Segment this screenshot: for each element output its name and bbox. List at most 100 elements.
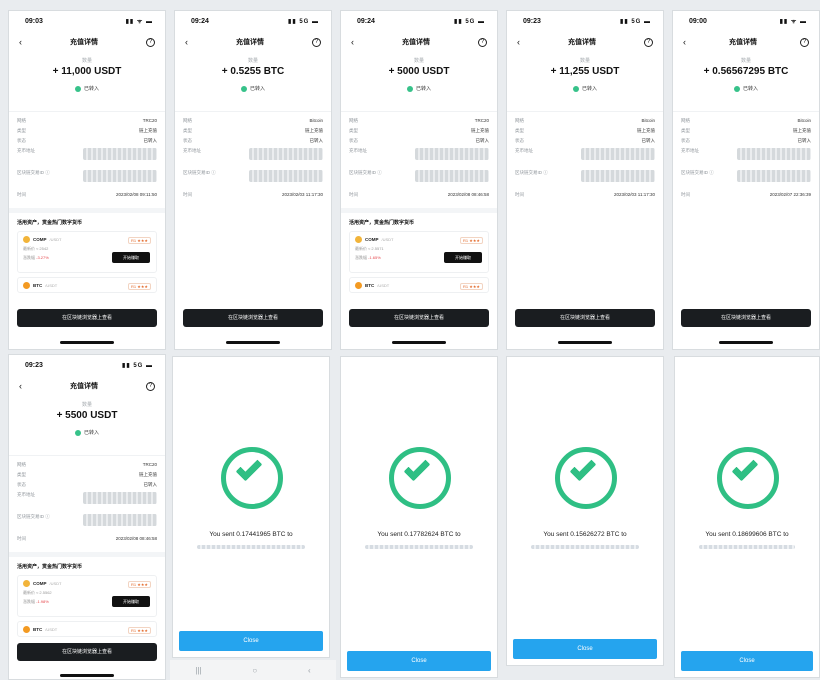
row-value: 2023/02/08 09:11:50: [116, 192, 157, 197]
blurred-address[interactable]: [737, 148, 811, 160]
row-label: 网络: [681, 118, 690, 123]
android-navigation-bar: ||| ○ ‹: [170, 660, 336, 680]
row-label: 网络: [183, 118, 192, 123]
detail-row-type: 类型 链上充值: [183, 128, 323, 138]
detail-row-txid: 区块链交易ID ⓘ: [349, 170, 489, 192]
blurred-address[interactable]: [415, 148, 489, 160]
deposit-amount: + 11,000 USDT: [52, 66, 122, 77]
back-icon[interactable]: ‹: [351, 37, 354, 47]
row-value: 链上充值: [471, 128, 489, 133]
amount-label: 数量: [247, 58, 258, 64]
detail-row-type: 类型 链上充值: [515, 128, 655, 138]
detail-row-address: 充币地址: [349, 148, 489, 170]
close-button[interactable]: Close: [347, 651, 491, 671]
close-button[interactable]: Close: [681, 651, 813, 671]
status-bar: 09:24 ▮▮ 5G ▬: [175, 11, 331, 31]
home-indicator: [392, 341, 446, 344]
detail-row-status: 状态 已转入: [681, 138, 811, 148]
back-icon[interactable]: ‹: [19, 37, 22, 47]
home-indicator: [719, 341, 773, 344]
help-icon[interactable]: ?: [146, 381, 155, 391]
help-icon[interactable]: ?: [312, 37, 321, 47]
row-value: 2023/02/03 11:17:30: [282, 192, 323, 197]
coin-name: COMP: [33, 237, 47, 242]
deposit-detail-screen-5: 09:00 ▮▮ ᯤ ▬ ‹ 充值详情 ? 数量 + 0.56567295 BT…: [672, 10, 820, 350]
detail-rows: 网络 TRC20 类型 链上充值 状态 已转入 充币地址 区块链交易ID ⓘ 时间 20…: [9, 455, 165, 546]
blurred-txid[interactable]: [249, 170, 323, 182]
status-icons: ▮▮ 5G ▬: [620, 18, 651, 25]
promo-title: 活用资产，赏金热门数字货币: [349, 220, 415, 226]
sent-message: You sent 0.17441965 BTC to: [209, 531, 293, 538]
back-icon[interactable]: ‹: [185, 37, 188, 47]
home-icon[interactable]: ○: [252, 666, 257, 675]
row-label: 充币地址: [17, 492, 35, 497]
back-icon[interactable]: ‹: [683, 37, 686, 47]
detail-rows: 网络 TRC20 类型 链上充值 状态 已转入 充币地址 区块链交易ID ⓘ 时间 20…: [9, 111, 165, 202]
row-value: 链上充值: [305, 128, 323, 133]
recents-icon[interactable]: |||: [195, 666, 201, 675]
status-icons: ▮▮ 5G ▬: [122, 362, 153, 369]
amount-label: 数量: [740, 58, 751, 64]
start-earning-button[interactable]: 开始赚取: [112, 252, 150, 263]
status-time: 09:03: [25, 17, 43, 25]
blurred-txid[interactable]: [737, 170, 811, 182]
help-icon[interactable]: ?: [800, 37, 809, 47]
start-earning-button[interactable]: 开始赚取: [444, 252, 482, 263]
detail-row-network: 网络 TRC20: [17, 118, 157, 128]
row-value: 链上充值: [637, 128, 655, 133]
view-on-explorer-button[interactable]: 在区块链浏览器上查看: [17, 309, 157, 327]
nav-bar: ‹ 充值详情 ?: [9, 31, 165, 53]
blurred-address[interactable]: [83, 148, 157, 160]
close-button[interactable]: Close: [179, 631, 323, 651]
coin-name: COMP: [33, 581, 47, 586]
row-value: 2023/02/07 22:36:39: [769, 192, 811, 197]
blurred-address[interactable]: [249, 148, 323, 160]
row-label: 区块链交易ID ⓘ: [349, 170, 382, 175]
view-on-explorer-button[interactable]: 在区块链浏览器上查看: [17, 643, 157, 661]
status-icons: ▮▮ 5G ▬: [454, 18, 485, 25]
back-icon[interactable]: ‹: [517, 37, 520, 47]
deposit-amount: + 0.56567295 BTC: [703, 66, 789, 77]
status-text: 已转入: [415, 86, 431, 92]
status-text: 已转入: [249, 86, 265, 92]
row-label: 状态: [17, 138, 26, 143]
blurred-address[interactable]: [83, 492, 157, 504]
back-icon[interactable]: ‹: [308, 666, 311, 675]
product-card-comp[interactable]: COMP/USDT R1 ★★★ 最新价 ≈ 2.5571 涨跌幅 -1.65%…: [349, 231, 489, 273]
blurred-recipient-address: [197, 545, 305, 549]
risk-badge: R1 ★★★: [128, 237, 151, 244]
blurred-address[interactable]: [581, 148, 655, 160]
row-value: 2023/02/08 08:46:58: [115, 536, 157, 541]
row-value: 链上充值: [139, 472, 157, 477]
back-icon[interactable]: ‹: [19, 381, 22, 391]
detail-rows: 网络 Bitcoin 类型 链上充值 状态 已转入 充币地址 区块链交易ID ⓘ 时间…: [673, 111, 819, 202]
row-label: 状态: [681, 138, 690, 143]
blurred-txid[interactable]: [581, 170, 655, 182]
detail-row-network: 网络 Bitcoin: [515, 118, 655, 128]
help-icon[interactable]: ?: [478, 37, 487, 47]
product-card-btc[interactable]: BTC/USDT R1 ★★★: [17, 277, 157, 293]
start-earning-button[interactable]: 开始赚取: [112, 596, 150, 607]
view-on-explorer-button[interactable]: 在区块链浏览器上查看: [349, 309, 489, 327]
deposit-amount: + 0.5255 BTC: [221, 66, 285, 77]
nav-bar: ‹ 充值详情 ?: [9, 375, 165, 397]
product-card-comp[interactable]: COMP/USDT R1 ★★★ 最新价 ≈ 2542 涨跌幅 -3.27% 开…: [17, 231, 157, 273]
close-button[interactable]: Close: [513, 639, 657, 659]
help-icon[interactable]: ?: [644, 37, 653, 47]
product-card-btc[interactable]: BTC/USDT R1 ★★★: [349, 277, 489, 293]
help-icon[interactable]: ?: [146, 37, 155, 47]
blurred-txid[interactable]: [83, 514, 157, 526]
blurred-txid[interactable]: [415, 170, 489, 182]
product-card-btc[interactable]: BTC/USDT R1 ★★★: [17, 621, 157, 637]
status-dot-icon: [240, 85, 247, 92]
view-on-explorer-button[interactable]: 在区块链浏览器上查看: [681, 309, 811, 327]
product-card-comp[interactable]: COMP/USDT R1 ★★★ 最新价 ≈ 2.5562 涨跌幅 -1.98%…: [17, 575, 157, 617]
deposit-amount: + 11,255 USDT: [550, 66, 620, 77]
row-label: 状态: [17, 482, 26, 487]
view-on-explorer-button[interactable]: 在区块链浏览器上查看: [515, 309, 655, 327]
sent-confirmation-screen-4: You sent 0.18699606 BTC to Close: [674, 356, 820, 678]
view-on-explorer-button[interactable]: 在区块链浏览器上查看: [183, 309, 323, 327]
page-title: 充值详情: [729, 39, 757, 46]
status-time: 09:00: [689, 17, 707, 25]
blurred-txid[interactable]: [83, 170, 157, 182]
